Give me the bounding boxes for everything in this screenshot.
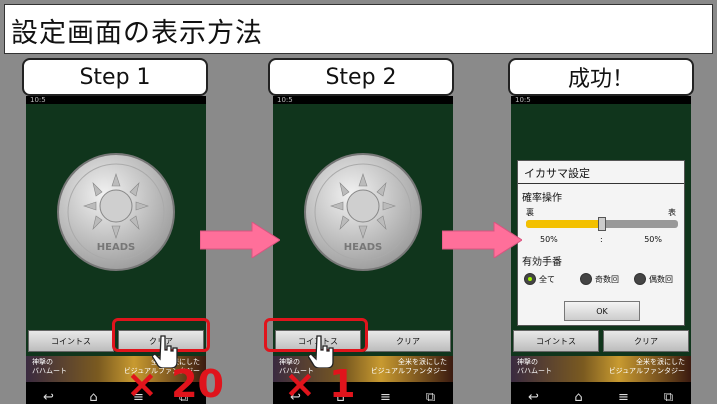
valid-turns-label: 有効手番 <box>522 257 562 268</box>
cheat-settings-dialog: イカサマ設定 確率操作 裏 表 50% : 50% 有効手番 全て 奇数回 偶数… <box>517 160 685 326</box>
button-row: コイントス クリア <box>511 330 691 352</box>
menu-icon[interactable]: ≡ <box>614 390 634 404</box>
phone-screen-step2: 10:5 HEADS コイントス クリア 神撃の バハムート <box>273 96 453 404</box>
ad-left-text: 神撃の バハムート <box>517 358 552 375</box>
menu-icon[interactable]: ≡ <box>376 390 396 404</box>
recent-apps-icon[interactable]: ⧉ <box>659 390 679 404</box>
game-area: HEADS コイントス クリア 神撃の バハムート 全米を涙にした ビジュアルフ… <box>273 104 453 404</box>
probability-slider[interactable] <box>526 217 678 231</box>
slider-thumb[interactable] <box>598 217 606 231</box>
coin-heads-icon[interactable]: HEADS <box>56 152 176 272</box>
right-arrow-icon <box>200 222 280 258</box>
tails-label: 裏 <box>526 208 534 217</box>
back-icon[interactable]: ↩ <box>39 390 59 404</box>
status-bar: 10:5 <box>26 96 206 104</box>
ad-banner[interactable]: 神撃の バハムート 全米を涙にした ビジュアルファンタジー <box>511 356 691 382</box>
ad-right-text: 全米を涙にした ビジュアルファンタジー <box>608 358 685 375</box>
page-title: 設定画面の表示方法 <box>11 18 263 49</box>
coin-toss-button[interactable]: コイントス <box>513 330 599 352</box>
recent-apps-icon[interactable]: ⧉ <box>421 390 441 404</box>
slider-fill <box>526 220 602 228</box>
step1-label: Step 1 <box>22 58 208 96</box>
radio-unselected-icon <box>580 273 592 285</box>
probability-label: 確率操作 <box>522 193 562 204</box>
dialog-divider <box>518 183 684 184</box>
ad-right-text: 全米を涙にした ビジュアルファンタジー <box>370 358 447 375</box>
home-icon[interactable]: ⌂ <box>569 390 589 404</box>
step2-count: × 1 <box>284 362 356 404</box>
radio-all[interactable]: 全て <box>524 273 555 285</box>
coin-heads-icon[interactable]: HEADS <box>303 152 423 272</box>
coin-text: HEADS <box>97 242 135 253</box>
back-icon[interactable]: ↩ <box>524 390 544 404</box>
status-bar: 10:5 <box>273 96 453 104</box>
clear-button[interactable]: クリア <box>365 330 451 352</box>
radio-all-label: 全て <box>539 274 555 284</box>
step2-label: Step 2 <box>268 58 454 96</box>
radio-even[interactable]: 偶数回 <box>634 273 673 285</box>
heads-label: 表 <box>668 208 676 217</box>
status-bar: 10:5 <box>511 96 691 104</box>
radio-odd[interactable]: 奇数回 <box>580 273 619 285</box>
ad-left-text: 神撃の バハムート <box>32 358 67 375</box>
radio-unselected-icon <box>634 273 646 285</box>
phone-screen-success: 10:5 イカサマ設定 確率操作 裏 表 50% : 50% 有効手番 全て 奇… <box>511 96 691 404</box>
ok-button[interactable]: OK <box>564 301 640 321</box>
dialog-title: イカサマ設定 <box>524 167 590 180</box>
game-area: イカサマ設定 確率操作 裏 表 50% : 50% 有効手番 全て 奇数回 偶数… <box>511 104 691 404</box>
percent-separator: : <box>600 235 603 244</box>
nav-bar: ↩ ⌂ ≡ ⧉ <box>511 382 691 404</box>
home-icon[interactable]: ⌂ <box>84 390 104 404</box>
coin-text: HEADS <box>344 242 382 253</box>
radio-even-label: 偶数回 <box>649 274 673 284</box>
clear-button[interactable]: クリア <box>603 330 689 352</box>
step1-count: × 20 <box>126 362 224 404</box>
tails-percent: 50% <box>540 235 558 244</box>
radio-selected-icon <box>524 273 536 285</box>
success-label: 成功！ <box>508 58 694 96</box>
coin-toss-button[interactable]: コイントス <box>28 330 114 352</box>
right-arrow-icon <box>442 222 522 258</box>
radio-odd-label: 奇数回 <box>595 274 619 284</box>
title-bar: 設定画面の表示方法 <box>4 4 713 54</box>
heads-percent: 50% <box>644 235 662 244</box>
